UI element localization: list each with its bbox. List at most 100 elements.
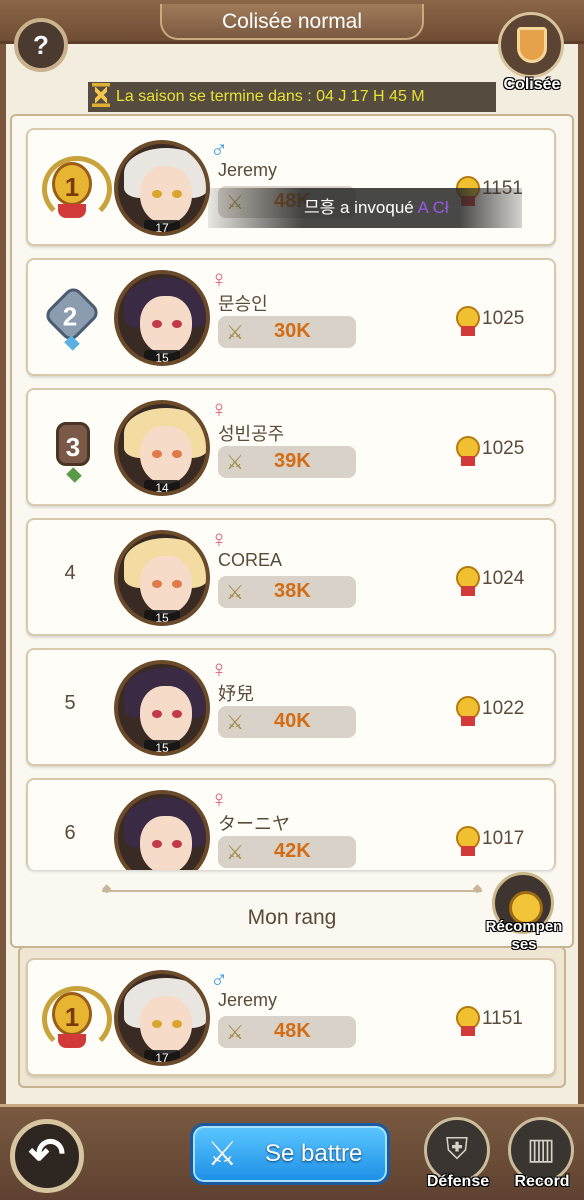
player-level: 15 [144,350,180,362]
crossed-swords-icon: ⚔ [226,1022,244,1044]
rank-number: 4 [64,562,76,584]
ranking-row[interactable]: 6 ♀ ターニヤ ⚔ 42K 1017 [26,778,556,870]
power-value: 42K [274,840,311,862]
page-title: Colisée normal [160,4,424,40]
medal-icon [456,1006,480,1036]
season-timer: La saison se termine dans : 04 J 17 H 45… [88,82,496,112]
player-level: 15 [144,610,180,622]
score-value: 1025 [482,308,525,329]
rank-medal-icon: 2 [42,284,102,350]
gender-female-icon: ♀ [210,656,228,683]
hourglass-icon [92,82,110,107]
player-avatar[interactable]: 14 [114,400,210,496]
chat-notification-text: 므흥 a invoqué [304,198,418,217]
ranking-row[interactable]: 4 15 ♀ COREA ⚔ 38K 1024 [26,518,556,636]
divider [102,881,482,902]
medal-icon [456,306,480,336]
crossed-swords-icon: ⚔ [207,1135,238,1173]
score-value: 1017 [482,828,525,849]
power-badge: ⚔ 48K [218,1016,356,1048]
defense-button[interactable]: ⛨ Défense [420,1113,496,1200]
help-button[interactable]: ? [14,18,68,72]
ranking-row[interactable]: 2 15 ♀ 문승인 ⚔ 30K 1025 [26,258,556,376]
medal-icon [456,826,480,856]
back-button[interactable]: ↶ [10,1119,84,1193]
ranking-row[interactable]: 5 15 ♀ 妤兒 ⚔ 40K 1022 [26,648,556,766]
crossed-swords-icon: ⚔ [226,322,244,344]
power-badge: ⚔ 40K [218,706,356,738]
medal-icon [456,436,480,466]
power-badge: ⚔ 38K [218,576,356,608]
gender-female-icon: ♀ [210,526,228,553]
fight-button-label: Se battre [265,1140,363,1167]
ranking-row[interactable]: 3 14 ♀ 성빈공주 ⚔ 39K 1025 [26,388,556,506]
medal-icon [456,696,480,726]
power-badge: ⚔ 39K [218,446,356,478]
player-level: 17 [144,1050,180,1062]
shield-sword-icon [498,12,564,78]
score-badge: 1025 [456,436,540,466]
power-value: 39K [274,450,311,472]
power-badge: ⚔ 42K [218,836,356,868]
colisee-label: Colisée [503,76,561,93]
score-badge: 1025 [456,306,540,336]
rewards-button[interactable]: Récompen ses [484,870,564,958]
my-rank-title: Mon rang [247,906,337,929]
player-level: 14 [144,480,180,492]
player-avatar[interactable]: 15 [114,660,210,756]
player-level: 15 [144,740,180,752]
rank-medal-icon: 1 [42,986,112,1052]
gender-female-icon: ♀ [210,396,228,423]
record-label: Record [514,1173,570,1190]
player-name: 문승인 [218,294,268,314]
score-value: 1024 [482,568,525,589]
score-value: 1151 [482,1008,523,1029]
player-name: ターニヤ [218,814,290,834]
defense-label: Défense [426,1173,490,1190]
score-badge: 1024 [456,566,540,596]
score-badge: 1151 [456,1006,540,1036]
my-rank-row[interactable]: 1 17 ♂ Jeremy ⚔ 48K 1151 [26,958,556,1076]
rank-number: 6 [64,822,76,844]
back-arrow-icon: ↶ [28,1130,66,1179]
player-name: COREA [218,550,283,570]
player-name: Jeremy [218,990,278,1010]
gender-female-icon: ♀ [210,786,228,813]
rewards-label: Récompen ses [485,918,563,953]
rank-medal-icon: 1 [42,156,112,222]
player-avatar[interactable]: 15 [114,270,210,366]
gender-female-icon: ♀ [210,266,228,293]
score-badge: 1017 [456,826,540,856]
player-avatar[interactable]: 17 [114,970,210,1066]
player-avatar[interactable]: 15 [114,530,210,626]
rank-number: 5 [64,692,76,714]
player-level: 17 [144,220,180,232]
rank-medal-icon: 3 [42,416,102,480]
crossed-swords-icon: ⚔ [226,842,244,864]
player-name: 성빈공주 [218,424,285,444]
power-value: 38K [274,580,311,602]
player-avatar[interactable]: 17 [114,140,210,236]
crossed-swords-icon: ⚔ [226,582,244,604]
gender-male-icon: ♂ [210,966,228,993]
power-value: 40K [274,710,311,732]
power-badge: ⚔ 30K [218,316,356,348]
power-value: 48K [274,1020,311,1042]
player-name: 妤兒 [218,684,254,704]
ranking-row[interactable]: 1 17 ♂ Jeremy ⚔ 48K 1151 [26,128,556,246]
chat-notification: 므흥 a invoqué A Cł [208,188,522,228]
question-icon: ? [33,30,49,60]
player-name: Jeremy [218,160,278,180]
gender-male-icon: ♂ [210,136,228,163]
score-badge: 1022 [456,696,540,726]
crossed-swords-icon: ⚔ [226,712,244,734]
fight-button[interactable]: ⚔ Se battre [190,1123,390,1185]
record-button[interactable]: ▥ Record [504,1113,580,1200]
colisee-button[interactable]: Colisée [494,12,570,93]
power-value: 30K [274,320,311,342]
player-avatar[interactable] [114,790,210,870]
chat-notification-highlight: A Cł [417,198,449,217]
score-value: 1022 [482,698,525,719]
crossed-swords-icon: ⚔ [226,452,244,474]
footer-bar: ↶ ⚔ Se battre ⛨ Défense ▥ Record [0,1104,584,1200]
